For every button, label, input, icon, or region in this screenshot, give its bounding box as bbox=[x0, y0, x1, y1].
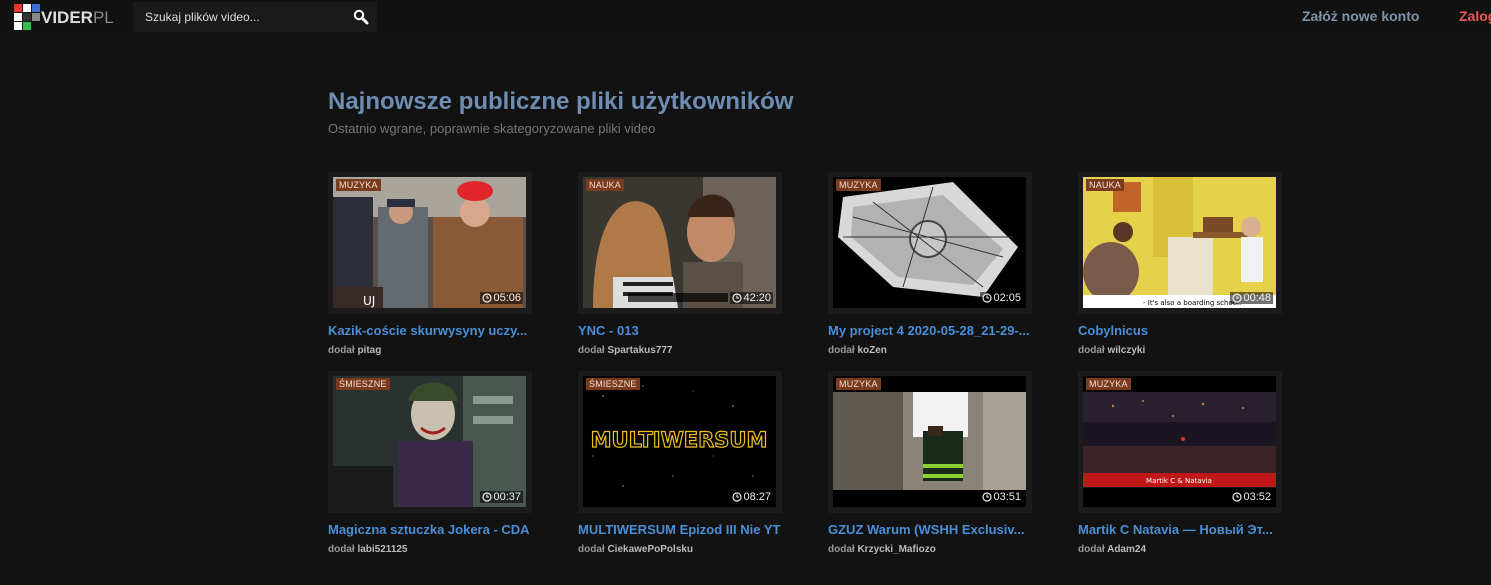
video-thumbnail[interactable]: Martik C & Natavia MUZYKA 03:52 bbox=[1078, 371, 1282, 513]
category-badge: ŚMIESZNE bbox=[586, 378, 640, 390]
clock-icon bbox=[1232, 293, 1243, 303]
video-title-link[interactable]: Magiczna sztuczka Jokera - CDA bbox=[328, 522, 548, 537]
duration-label: 03:52 bbox=[1230, 491, 1273, 503]
pixel-logo-icon bbox=[14, 4, 40, 30]
category-badge: MUZYKA bbox=[1086, 378, 1131, 390]
site-logo[interactable]: VIDERPL bbox=[14, 4, 124, 30]
duration-label: 05:06 bbox=[480, 292, 523, 304]
video-card: ŚMIESZNE 00:37 Magiczna sztuczka Jokera … bbox=[328, 371, 578, 570]
clock-icon bbox=[482, 293, 493, 303]
video-thumbnail[interactable]: MULTIWERSUM ŚMIESZNE 08:27 bbox=[578, 371, 782, 513]
category-badge: NAUKA bbox=[1086, 179, 1125, 191]
author-name[interactable]: Spartakus777 bbox=[607, 345, 672, 356]
video-title-link[interactable]: My project 4 2020-05-28_21-29-... bbox=[828, 323, 1048, 338]
clock-icon bbox=[482, 492, 493, 502]
register-link[interactable]: Załóż nowe konto bbox=[1302, 8, 1419, 24]
author-name[interactable]: Adam24 bbox=[1107, 544, 1146, 555]
video-card: MUZYKA 03:51 GZUZ Warum (WSHH Exclusiv..… bbox=[828, 371, 1078, 570]
thumbnail-image bbox=[583, 177, 776, 308]
thumbnail-image bbox=[833, 177, 1026, 308]
login-link[interactable]: Zaloguj bbox=[1459, 8, 1491, 24]
clock-icon bbox=[982, 492, 993, 502]
video-thumbnail[interactable]: ŚMIESZNE 00:37 bbox=[328, 371, 532, 513]
video-author: dodał koZen bbox=[828, 345, 887, 356]
svg-text:UJ: UJ bbox=[363, 294, 375, 308]
thumbnail-image: - It's also a boarding school. bbox=[1083, 177, 1276, 308]
video-thumbnail[interactable]: MUZYKA 02:05 bbox=[828, 172, 1032, 314]
video-thumbnail[interactable]: MUZYKA 03:51 bbox=[828, 371, 1032, 513]
author-name[interactable]: labi521125 bbox=[357, 544, 407, 555]
thumbnail-image bbox=[833, 376, 1026, 507]
video-author: dodał pitag bbox=[328, 345, 382, 356]
video-thumbnail[interactable]: - It's also a boarding school. NAUKA 00:… bbox=[1078, 172, 1282, 314]
thumbnail-image: UJ bbox=[333, 177, 526, 308]
video-thumbnail[interactable]: UJ MUZYKA 05:06 bbox=[328, 172, 532, 314]
thumbnail-image: Martik C & Natavia bbox=[1083, 376, 1276, 507]
category-badge: ŚMIESZNE bbox=[336, 378, 390, 390]
video-title-link[interactable]: Cobylnicus bbox=[1078, 323, 1298, 338]
video-author: dodał CiekawePoPolsku bbox=[578, 544, 694, 555]
clock-icon bbox=[732, 293, 743, 303]
duration-label: 00:37 bbox=[480, 491, 523, 503]
svg-text:- It's also a boarding school.: - It's also a boarding school. bbox=[1143, 299, 1241, 307]
thumbnail-image bbox=[333, 376, 526, 507]
duration-label: 42:20 bbox=[730, 292, 773, 304]
clock-icon bbox=[1232, 492, 1243, 502]
duration-label: 02:05 bbox=[980, 292, 1023, 304]
video-card: NAUKA 42:20 YNC - 013 dodał Spartakus777 bbox=[578, 172, 828, 371]
video-card: MULTIWERSUM ŚMIESZNE 08:27 MULTIWERSUM E… bbox=[578, 371, 828, 570]
thumbnail-image: MULTIWERSUM bbox=[583, 376, 776, 507]
video-card: MUZYKA 02:05 My project 4 2020-05-28_21-… bbox=[828, 172, 1078, 371]
video-author: dodał Adam24 bbox=[1078, 544, 1146, 555]
duration-label: 08:27 bbox=[730, 491, 773, 503]
video-title-link[interactable]: GZUZ Warum (WSHH Exclusiv... bbox=[828, 522, 1048, 537]
author-name[interactable]: Krzycki_Mafiozo bbox=[857, 544, 935, 555]
video-card: Martik C & Natavia MUZYKA 03:52 Martik C… bbox=[1078, 371, 1328, 570]
clock-icon bbox=[982, 293, 993, 303]
video-author: dodał Krzycki_Mafiozo bbox=[828, 544, 936, 555]
video-thumbnail[interactable]: NAUKA 42:20 bbox=[578, 172, 782, 314]
video-title-link[interactable]: Martik C Natavia — Новый Эт... bbox=[1078, 522, 1298, 537]
duration-label: 00:48 bbox=[1230, 292, 1273, 304]
magnifier-icon[interactable] bbox=[353, 9, 369, 25]
video-card: UJ MUZYKA 05:06 Kazik-coście skurwysyny … bbox=[328, 172, 578, 371]
search-input[interactable] bbox=[133, 2, 333, 32]
author-name[interactable]: pitag bbox=[357, 345, 381, 356]
category-badge: MUZYKA bbox=[836, 179, 881, 191]
svg-text:Martik C & Natavia: Martik C & Natavia bbox=[1146, 477, 1212, 485]
author-name[interactable]: koZen bbox=[857, 345, 886, 356]
category-badge: NAUKA bbox=[586, 179, 625, 191]
svg-text:MULTIWERSUM: MULTIWERSUM bbox=[591, 428, 768, 452]
author-name[interactable]: wilczyki bbox=[1107, 345, 1145, 356]
video-grid: UJ MUZYKA 05:06 Kazik-coście skurwysyny … bbox=[328, 172, 1328, 570]
video-title-link[interactable]: Kazik-coście skurwysyny uczy... bbox=[328, 323, 548, 338]
video-title-link[interactable]: YNC - 013 bbox=[578, 323, 798, 338]
video-author: dodał wilczyki bbox=[1078, 345, 1146, 356]
page-subtitle: Ostatnio wgrane, poprawnie skategoryzowa… bbox=[328, 121, 656, 136]
top-bar: VIDERPL Załóż nowe konto Zaloguj bbox=[0, 0, 1491, 34]
video-card: - It's also a boarding school. NAUKA 00:… bbox=[1078, 172, 1328, 371]
clock-icon bbox=[732, 492, 743, 502]
category-badge: MUZYKA bbox=[336, 179, 381, 191]
logo-text: VIDERPL bbox=[41, 8, 114, 27]
search-box bbox=[133, 2, 377, 32]
duration-label: 03:51 bbox=[980, 491, 1023, 503]
author-name[interactable]: CiekawePoPolsku bbox=[607, 544, 693, 555]
category-badge: MUZYKA bbox=[836, 378, 881, 390]
video-author: dodał Spartakus777 bbox=[578, 345, 673, 356]
page-title: Najnowsze publiczne pliki użytkowników bbox=[328, 88, 794, 115]
video-author: dodał labi521125 bbox=[328, 544, 408, 555]
video-title-link[interactable]: MULTIWERSUM Epizod III Nie YT bbox=[578, 522, 798, 537]
